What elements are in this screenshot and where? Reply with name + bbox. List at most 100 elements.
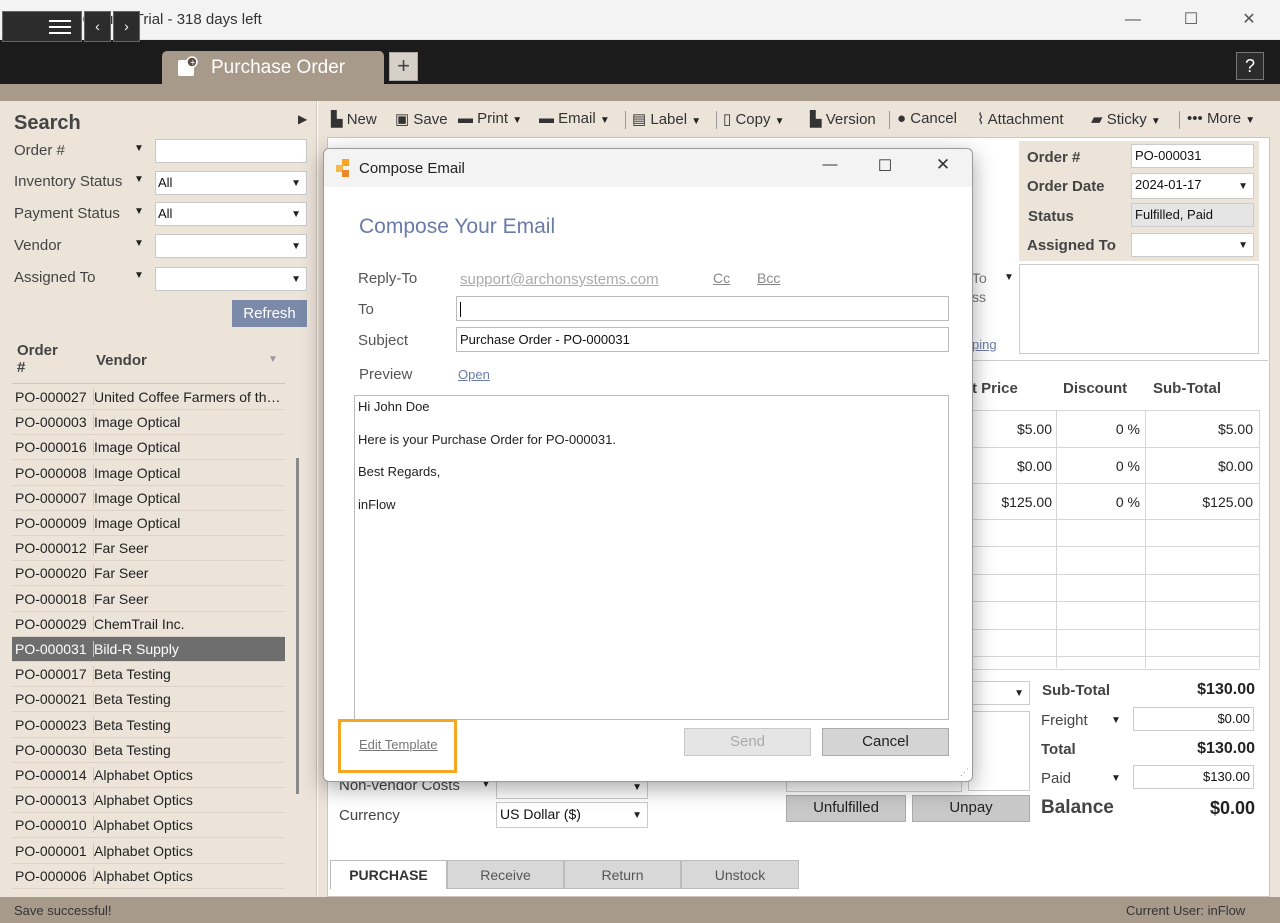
result-row[interactable]: PO-000003 Image Optical [12,410,285,436]
ship-address-box[interactable] [1019,264,1259,354]
result-row[interactable]: PO-000021 Beta Testing [12,687,285,713]
email-button[interactable]: ▬ Email ▼ [539,110,610,127]
send-button[interactable]: Send [684,728,811,756]
result-row[interactable]: PO-000020 Far Seer [12,561,285,587]
bcc-link[interactable]: Bcc [757,270,780,286]
remarks-box[interactable] [968,711,1030,791]
result-row[interactable]: PO-000013 Alphabet Optics [12,788,285,814]
filter-vendor-options-icon[interactable]: ▼ [134,238,144,249]
refresh-button[interactable]: Refresh [232,300,307,327]
result-row[interactable]: PO-000023 Beta Testing [12,712,285,738]
tab-purchase-order[interactable]: + Purchase Order [162,51,384,84]
cancel-order-button[interactable]: ● Cancel [897,110,957,127]
collapse-arrow-icon[interactable]: ▶ [298,112,307,126]
currency-select[interactable]: US Dollar ($) ▼ [496,802,648,828]
edit-template-link[interactable]: Edit Template [359,737,438,752]
shipping-link[interactable]: ping [972,337,997,352]
filter-inventory-options-icon[interactable]: ▼ [134,174,144,185]
label-icon: ▤ [632,111,647,128]
ship-to-options-icon[interactable]: ▼ [1004,272,1014,283]
filter-order-options-icon[interactable]: ▼ [134,143,144,154]
preview-open-link[interactable]: Open [458,367,490,382]
result-row[interactable]: PO-000009 Image Optical [12,511,285,536]
item-discount[interactable]: 0 % [1060,421,1140,437]
filter-payment-options-icon[interactable]: ▼ [134,206,144,217]
copy-button[interactable]: ▯ Copy ▼ [723,110,785,128]
order-number-field[interactable]: PO-000031 [1131,144,1254,168]
result-row[interactable]: PO-000001 Alphabet Optics [12,838,285,864]
sticky-button[interactable]: ▰ Sticky ▼ [1091,110,1161,128]
tax-select[interactable]: ▼ [968,681,1030,705]
filter-payment-select[interactable]: All ▼ [155,202,307,226]
col-order-header[interactable]: Order # [17,342,67,376]
item-unit-price[interactable]: $5.00 [964,421,1052,437]
version-button[interactable]: ▙ Version [810,110,876,128]
reply-to-link[interactable]: support@archonsystems.com [460,271,659,288]
item-discount[interactable]: 0 % [1060,494,1140,510]
attachment-button[interactable]: ⌇ Attachment [977,110,1064,128]
assigned-to-select[interactable]: ▼ [1131,233,1254,257]
tab-receive[interactable]: Receive [447,860,564,889]
result-row[interactable]: PO-000017 Beta Testing [12,662,285,688]
save-button[interactable]: ▣ Save [395,110,448,128]
back-button[interactable]: ‹ [84,11,111,42]
help-button[interactable]: ? [1236,52,1264,80]
result-row[interactable]: PO-000012 Far Seer [12,536,285,562]
unpay-button[interactable]: Unpay [912,795,1030,822]
new-button[interactable]: ▙ New [331,110,377,128]
result-row[interactable]: PO-000010 Alphabet Optics [12,813,285,839]
result-row[interactable]: PO-000029 ChemTrail Inc. [12,611,285,637]
main-menu-button[interactable] [2,11,82,42]
filter-assigned-select[interactable]: ▼ [155,267,307,291]
email-body-editor[interactable]: Hi John Doe Here is your Purchase Order … [354,395,949,720]
add-tab-button[interactable]: + [389,52,418,81]
dialog-close-button[interactable]: ✕ [927,155,959,175]
result-row[interactable]: PO-000018 Far Seer [12,586,285,612]
freight-input[interactable]: $0.00 [1133,707,1254,731]
result-row[interactable]: PO-000007 Image Optical [12,485,285,511]
item-subtotal[interactable]: $0.00 [1150,458,1253,474]
result-row[interactable]: PO-000016 Image Optical [12,435,285,461]
item-discount[interactable]: 0 % [1060,458,1140,474]
minimize-button[interactable]: — [1113,8,1153,32]
label-button[interactable]: ▤ Label ▼ [632,110,701,128]
results-scrollbar[interactable] [296,458,299,794]
tab-purchase[interactable]: PURCHASE [330,860,447,889]
to-input[interactable] [456,296,949,321]
sort-arrow-icon[interactable]: ▼ [268,354,278,365]
item-subtotal[interactable]: $5.00 [1150,421,1253,437]
notes-box[interactable] [786,782,962,792]
cc-link[interactable]: Cc [713,270,730,286]
result-row[interactable]: PO-000006 Alphabet Optics [12,863,285,889]
filter-order-input[interactable] [155,139,307,163]
filter-assigned-options-icon[interactable]: ▼ [134,270,144,281]
subject-input[interactable]: Purchase Order - PO-000031 [456,327,949,352]
paid-input[interactable]: $130.00 [1133,765,1254,789]
item-subtotal[interactable]: $125.00 [1150,494,1253,510]
paid-options-icon[interactable]: ▼ [1111,773,1121,784]
maximize-button[interactable]: ☐ [1171,8,1211,32]
result-row[interactable]: PO-000008 Image Optical [12,460,285,486]
order-date-field[interactable]: 2024-01-17 ▼ [1131,173,1254,199]
item-unit-price[interactable]: $125.00 [964,494,1052,510]
resize-grip-icon[interactable]: ⋰ [960,767,969,778]
result-row[interactable]: PO-000027 United Coffee Farmers of the ..… [12,385,285,410]
print-button[interactable]: ▬ Print ▼ [458,110,522,127]
result-row[interactable]: PO-000030 Beta Testing [12,737,285,763]
filter-vendor-select[interactable]: ▼ [155,234,307,258]
dialog-maximize-button[interactable]: ☐ [869,156,901,176]
more-button[interactable]: ••• More ▼ [1187,110,1255,127]
unfulfilled-button[interactable]: Unfulfilled [786,795,906,822]
col-vendor-header[interactable]: Vendor [96,352,147,369]
result-row[interactable]: PO-000014 Alphabet Optics [12,763,285,788]
filter-inventory-select[interactable]: All ▼ [155,171,307,195]
forward-button[interactable]: › [113,11,140,42]
dialog-cancel-button[interactable]: Cancel [822,728,949,756]
tab-return[interactable]: Return [564,860,681,889]
result-row[interactable]: PO-000031 Bild-R Supply [12,637,285,662]
close-window-button[interactable]: ✕ [1229,8,1269,32]
item-unit-price[interactable]: $0.00 [964,458,1052,474]
dialog-minimize-button[interactable]: — [814,156,846,173]
tab-unstock[interactable]: Unstock [681,860,799,889]
freight-options-icon[interactable]: ▼ [1111,715,1121,726]
